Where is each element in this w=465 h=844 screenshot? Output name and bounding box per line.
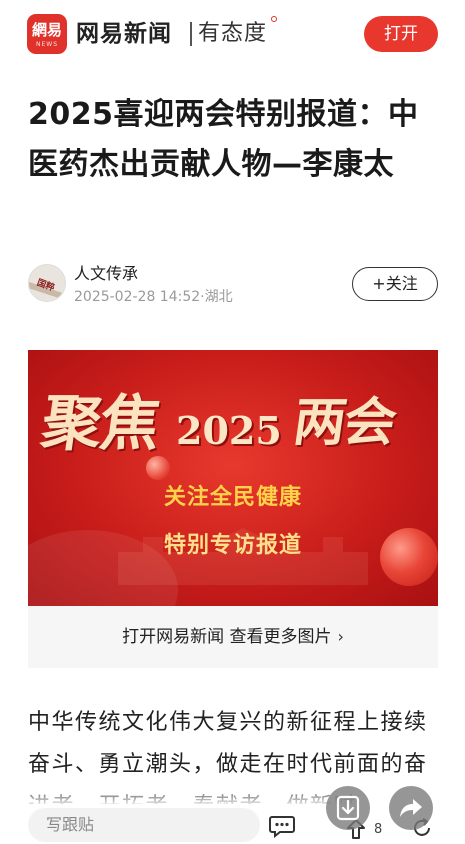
banner-subtitle-1: 关注全民健康 [163, 485, 302, 510]
article-banner-image[interactable]: 聚焦 2025 两会 关注全民健康 特别专访报道 [28, 350, 438, 606]
brand-slogan: 有态度 [198, 21, 268, 46]
netease-logo: 網易 NEWS [27, 14, 67, 54]
download-icon [336, 795, 360, 821]
banner-subtitle-2: 特别专访报道 [163, 533, 302, 558]
more-images-label: 打开网易新闻 查看更多图片 [122, 627, 332, 647]
logo-sub-text: NEWS [35, 41, 59, 48]
banner-title-year: 2025 [176, 408, 282, 453]
forward-float-button[interactable] [389, 786, 433, 830]
banner-title-right: 两会 [289, 392, 399, 453]
chevron-right-icon: › [337, 627, 344, 646]
follow-button[interactable]: +关注 [352, 267, 438, 301]
article-meta: 2025-02-28 14:52·湖北 [74, 289, 233, 305]
comment-icon[interactable] [268, 814, 296, 838]
comment-input[interactable]: 写跟贴 [28, 808, 260, 842]
logo-main-text: 網易 [31, 21, 62, 39]
app-header: 網易 NEWS 网易新闻 有态度 打开 [0, 0, 465, 68]
brand-divider [190, 22, 192, 46]
open-app-button[interactable]: 打开 [364, 16, 438, 52]
banner-title-left: 聚焦 [37, 389, 163, 459]
article-headline: 2025喜迎两会特别报道：中医药杰出贡献人物—李康太 [28, 97, 419, 182]
slogan-degree-mark [271, 16, 277, 22]
forward-icon [400, 799, 422, 817]
author-name[interactable]: 人文传承 [74, 264, 138, 284]
download-float-button[interactable] [326, 786, 370, 830]
open-app-more-images-link[interactable]: 打开网易新闻 查看更多图片 › [28, 606, 438, 668]
share-count: 8 [374, 822, 383, 837]
author-avatar[interactable]: 国粹 [28, 264, 66, 302]
brand-name: 网易新闻 [76, 21, 172, 47]
